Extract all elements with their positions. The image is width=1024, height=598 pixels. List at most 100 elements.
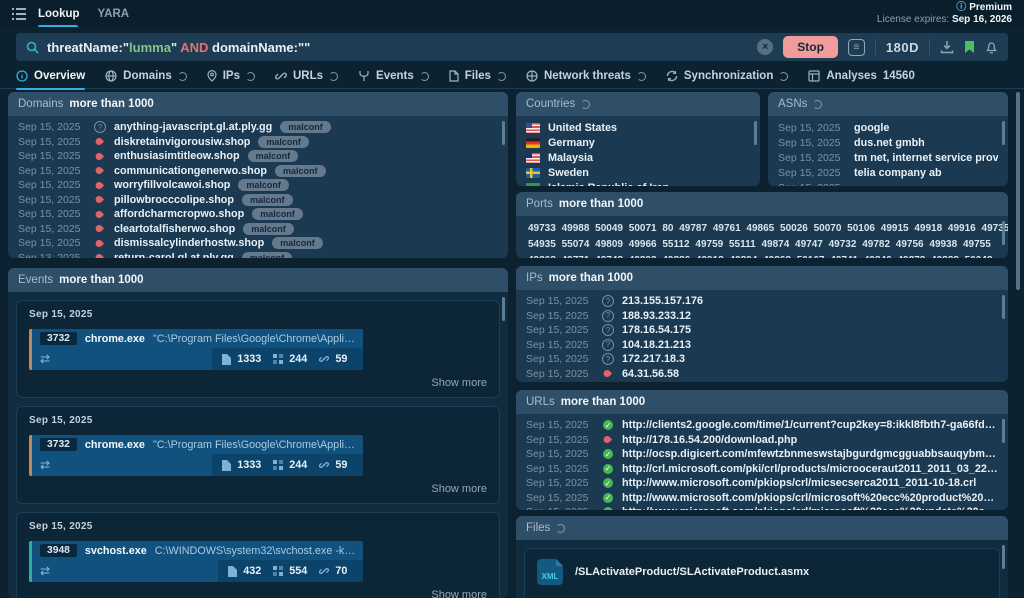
url-row[interactable]: Sep 15, 2025 http://ocsp.digicert.com/mf… <box>516 447 1008 462</box>
domain-row[interactable]: Sep 15, 2025 dismissalcylinderhostw.shop… <box>8 236 508 251</box>
ip-row[interactable]: Sep 15, 2025 198.16.70.82 <box>516 381 1008 382</box>
panel-scrollbar[interactable] <box>1002 545 1005 569</box>
asns-panel-header: ASNs <box>768 92 1008 116</box>
tab-overview[interactable]: Overview <box>16 64 85 89</box>
bell-icon[interactable] <box>985 40 998 54</box>
country-name: Germany <box>548 137 595 149</box>
panel-scrollbar[interactable] <box>502 121 505 145</box>
tab-events[interactable]: Events <box>358 64 429 89</box>
domain-row[interactable]: Sep 15, 2025 worryfillvolcawoi.shop malc… <box>8 178 508 193</box>
panel-scrollbar[interactable] <box>1002 419 1005 443</box>
malconf-badge[interactable]: malconf <box>275 165 326 177</box>
country-name: Sweden <box>548 167 589 179</box>
ip-row[interactable]: Sep 15, 2025 64.31.56.58 <box>516 367 1008 382</box>
tab-urls[interactable]: URLs <box>275 64 338 89</box>
search-bar[interactable]: threatName:"lumma" AND domainName:"" × S… <box>16 33 1008 61</box>
tab-network-threats[interactable]: Network threats <box>526 64 646 89</box>
page-scrollbar[interactable] <box>1016 92 1020 290</box>
tab-files[interactable]: Files <box>449 64 506 89</box>
threat-status-icon <box>94 252 106 258</box>
malconf-badge[interactable]: malconf <box>238 179 289 191</box>
ips-panel: IPs more than 1000 Sep 15, 2025 213.155.… <box>516 266 1008 382</box>
ip-row[interactable]: Sep 15, 2025 188.93.233.12 <box>516 309 1008 324</box>
period-selector[interactable]: 180D <box>886 40 919 55</box>
malconf-badge[interactable]: malconf <box>258 136 309 148</box>
url-row[interactable]: Sep 15, 2025 http://www.microsoft.com/pk… <box>516 505 1008 510</box>
domain-row[interactable]: Sep 15, 2025 affordcharmcropwo.shop malc… <box>8 207 508 222</box>
asn-row[interactable]: Sep 15, 2025 telia company ab <box>768 165 1008 180</box>
show-more-link[interactable]: Show more <box>29 483 487 495</box>
ports-row[interactable]: 49868 49771 49748 49892 49886 49918 4989… <box>516 253 1008 258</box>
malconf-badge[interactable]: malconf <box>243 223 294 235</box>
malconf-badge[interactable]: malconf <box>272 237 323 249</box>
query-report-icon[interactable]: ≡ <box>848 39 865 56</box>
nav-lookup[interactable]: Lookup <box>38 0 80 27</box>
domain-row[interactable]: Sep 15, 2025 cleartotalfisherwo.shop mal… <box>8 222 508 237</box>
url-row[interactable]: Sep 15, 2025 http://www.microsoft.com/pk… <box>516 491 1008 506</box>
malconf-badge[interactable]: malconf <box>280 121 331 133</box>
process-row[interactable]: 3732 chrome.exe "C:\Program Files\Google… <box>29 329 363 370</box>
domain-row[interactable]: Sep 13, 2025 return-carol.gl.at.ply.gg m… <box>8 251 508 259</box>
url-row[interactable]: Sep 15, 2025 http://crl.microsoft.com/pk… <box>516 462 1008 477</box>
malconf-badge[interactable]: malconf <box>242 252 293 258</box>
threat-status-icon <box>602 463 614 475</box>
threat-status-icon <box>94 179 106 191</box>
ip-row[interactable]: Sep 15, 2025 172.217.18.3 <box>516 352 1008 367</box>
panel-scrollbar[interactable] <box>1002 221 1005 245</box>
domain-row[interactable]: Sep 15, 2025 anything-javascript.gl.at.p… <box>8 120 508 135</box>
tab-analyses[interactable]: Analyses 14560 <box>808 64 915 89</box>
nav-yara[interactable]: YARA <box>98 0 130 27</box>
country-row[interactable]: Sweden <box>516 165 760 180</box>
asn-row[interactable]: Sep 15, 2025 <box>768 180 1008 186</box>
ports-row[interactable]: 49733 49988 50049 50071 80 49787 49761 4… <box>516 221 1008 237</box>
clear-search-icon[interactable]: × <box>757 39 773 55</box>
domain-row[interactable]: Sep 15, 2025 diskretainvigorousiw.shop m… <box>8 135 508 150</box>
country-row[interactable]: Malaysia <box>516 150 760 165</box>
show-more-link[interactable]: Show more <box>29 377 487 389</box>
ip-row[interactable]: Sep 15, 2025 178.16.54.175 <box>516 323 1008 338</box>
url-row[interactable]: Sep 15, 2025 http://clients2.google.com/… <box>516 418 1008 433</box>
asn-row[interactable]: Sep 15, 2025 tm net, internet service pr… <box>768 150 1008 165</box>
tab-bar: Overview Domains IPs URLs Events Files N… <box>0 64 1024 89</box>
stop-button[interactable]: Stop <box>783 36 838 58</box>
asn-row[interactable]: Sep 15, 2025 google <box>768 120 1008 135</box>
ports-row[interactable]: 54935 55074 49809 49966 55112 49759 5511… <box>516 237 1008 253</box>
domains-panel: Domains more than 1000 Sep 15, 2025 anyt… <box>8 92 508 258</box>
domain-row[interactable]: Sep 15, 2025 enthusiasimtitleow.shop mal… <box>8 149 508 164</box>
show-more-link[interactable]: Show more <box>29 589 487 598</box>
ip-row[interactable]: Sep 15, 2025 104.18.21.213 <box>516 338 1008 353</box>
process-row[interactable]: 3732 chrome.exe "C:\Program Files\Google… <box>29 435 363 476</box>
url-row[interactable]: Sep 15, 2025 http://www.microsoft.com/pk… <box>516 476 1008 491</box>
ip-row[interactable]: Sep 15, 2025 213.155.157.176 <box>516 294 1008 309</box>
panel-scrollbar[interactable] <box>1002 121 1005 145</box>
query-token: AND <box>180 40 208 55</box>
bookmark-icon[interactable] <box>964 40 975 54</box>
file-card[interactable]: XML /SLActivateProduct/SLActivateProduct… <box>524 548 1000 598</box>
panel-scrollbar[interactable] <box>502 297 505 321</box>
panel-scrollbar[interactable] <box>754 121 757 145</box>
menu-icon[interactable] <box>12 8 26 20</box>
country-row[interactable]: United States <box>516 120 760 135</box>
malconf-badge[interactable]: malconf <box>242 194 293 206</box>
domain-row[interactable]: Sep 15, 2025 pillowbrocccolipe.shop malc… <box>8 193 508 208</box>
process-row[interactable]: 3948 svchost.exe C:\WINDOWS\system32\svc… <box>29 541 363 582</box>
domain-row[interactable]: Sep 15, 2025 communicationgenerwo.shop m… <box>8 164 508 179</box>
process-pid: 3732 <box>40 438 77 451</box>
tab-synchronization[interactable]: Synchronization <box>666 64 788 89</box>
ips-list: Sep 15, 2025 213.155.157.176 Sep 15, 202… <box>516 290 1008 382</box>
malconf-badge[interactable]: malconf <box>248 150 299 162</box>
malconf-badge[interactable]: malconf <box>252 208 303 220</box>
tab-domains[interactable]: Domains <box>105 64 187 89</box>
network-globe-icon <box>526 70 538 82</box>
asn-name: telia company ab <box>854 167 942 179</box>
asn-row[interactable]: Sep 15, 2025 dus.net gmbh <box>768 135 1008 150</box>
files-panel: Files XML /SLActivateProduct/SLActivateP… <box>516 516 1008 598</box>
url-row[interactable]: Sep 15, 2025 http://178.16.54.200/downlo… <box>516 433 1008 448</box>
search-input[interactable]: threatName:"lumma" AND domainName:"" <box>47 40 747 55</box>
panel-scrollbar[interactable] <box>1002 295 1005 319</box>
download-icon[interactable] <box>940 40 954 54</box>
country-flag-icon <box>526 138 540 148</box>
country-row[interactable]: Germany <box>516 135 760 150</box>
country-row[interactable]: Islamic Republic of Iran <box>516 180 760 186</box>
tab-ips[interactable]: IPs <box>207 64 255 89</box>
